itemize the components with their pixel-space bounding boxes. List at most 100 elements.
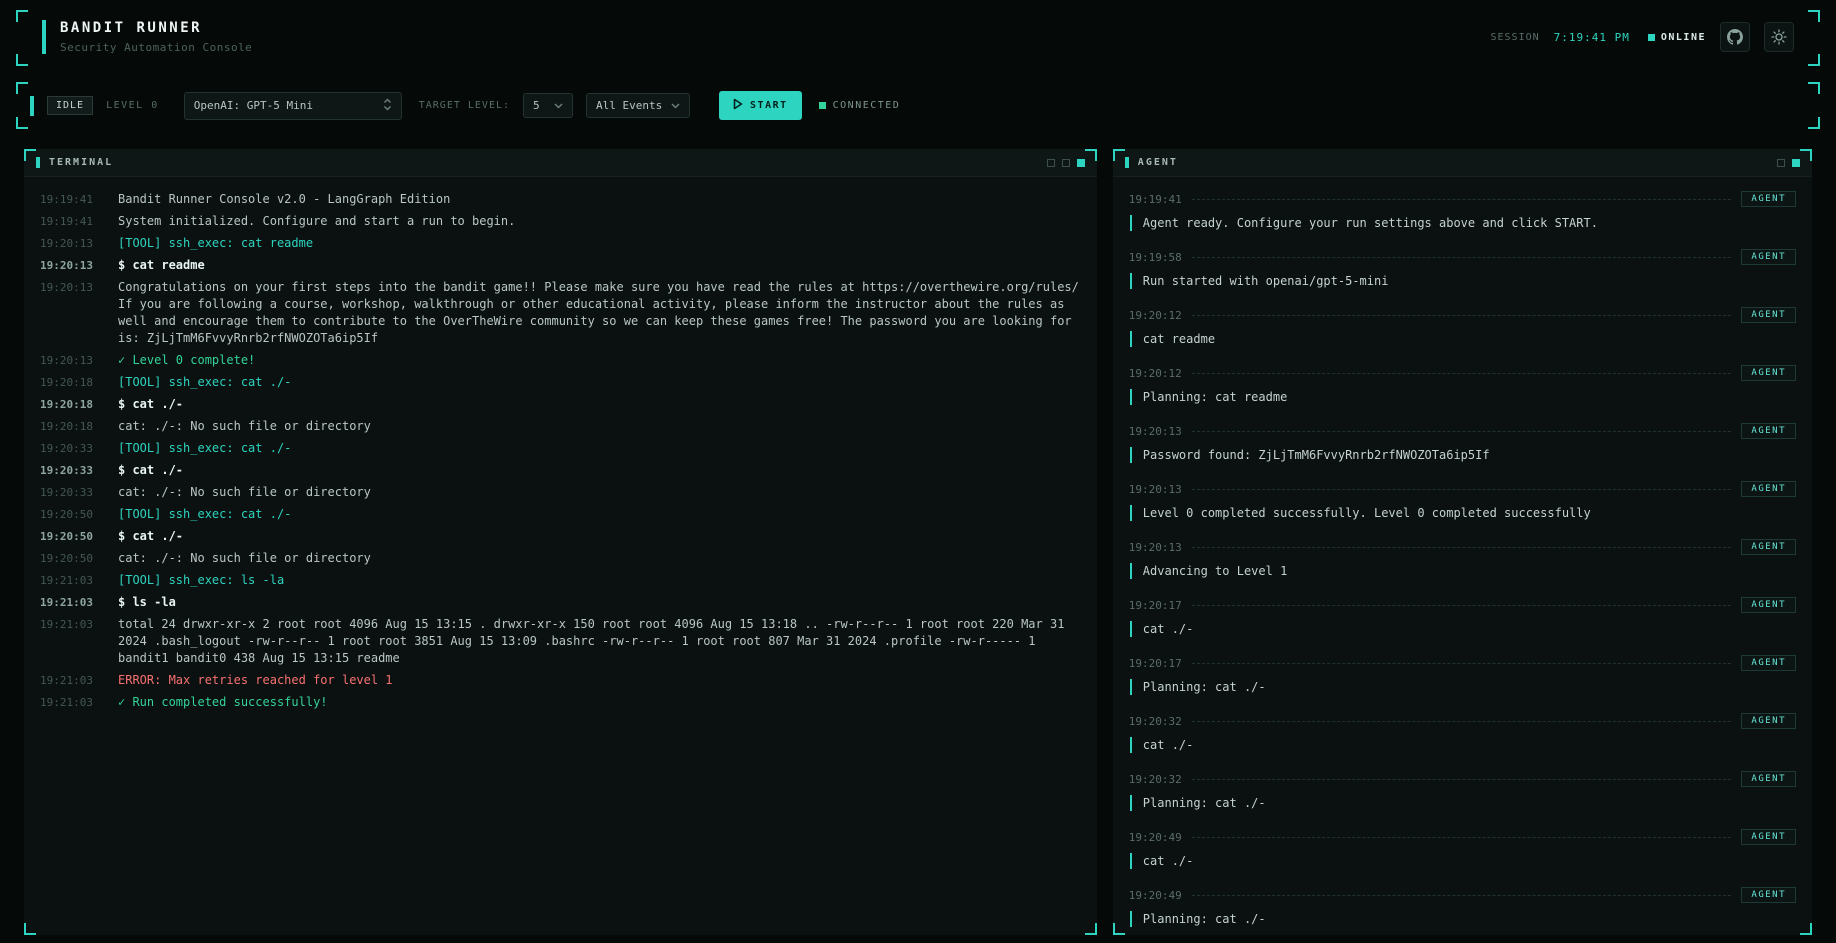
terminal-line-text: ✓ Run completed successfully! [118, 694, 1081, 711]
agent-event-badge: AGENT [1741, 191, 1796, 207]
terminal-window-buttons [1047, 159, 1085, 167]
agent-event-message: cat ./- [1130, 853, 1796, 869]
terminal-line: 19:21:03 [TOOL] ssh_exec: ls -la [40, 572, 1081, 589]
terminal-log[interactable]: 19:19:41 Bandit Runner Console v2.0 - La… [24, 177, 1097, 935]
terminal-line: 19:20:13 [TOOL] ssh_exec: cat readme [40, 235, 1081, 252]
terminal-panel-header: TERMINAL [24, 149, 1097, 177]
agent-event-feed[interactable]: 19:19:41 AGENT Agent ready. Configure yo… [1113, 177, 1812, 935]
agent-event-timestamp: 19:20:13 [1129, 425, 1182, 438]
agent-event-timestamp: 19:19:41 [1129, 193, 1182, 206]
terminal-line-text: [TOOL] ssh_exec: cat readme [118, 235, 1081, 252]
terminal-line-timestamp: 19:19:41 [40, 213, 102, 230]
header-brand: BANDIT RUNNER Security Automation Consol… [42, 20, 252, 54]
start-button[interactable]: START [719, 91, 802, 120]
agent-event-timestamp: 19:20:32 [1129, 715, 1182, 728]
dashed-divider [1192, 315, 1732, 316]
connected-dot-icon [819, 102, 826, 109]
agent-event-header: 19:20:13 AGENT [1129, 423, 1796, 439]
window-button[interactable] [1047, 159, 1055, 167]
agent-event-header: 19:20:12 AGENT [1129, 307, 1796, 323]
agent-panel-title: AGENT [1138, 157, 1178, 168]
terminal-line-timestamp: 19:20:18 [40, 418, 102, 435]
panel-accent-bar [1125, 157, 1129, 168]
page-subtitle: Security Automation Console [60, 41, 252, 54]
model-select[interactable]: OpenAI: GPT-5 Mini [184, 92, 402, 120]
agent-event-timestamp: 19:20:17 [1129, 657, 1182, 670]
session-label: SESSION [1490, 32, 1539, 43]
agent-event-header: 19:20:32 AGENT [1129, 713, 1796, 729]
online-dot-icon [1648, 34, 1655, 41]
agent-event-badge: AGENT [1741, 713, 1796, 729]
agent-event-badge: AGENT [1741, 539, 1796, 555]
app: { "colors": { "accent": "#2dd4bf", "succ… [0, 0, 1836, 943]
window-button[interactable] [1062, 159, 1070, 167]
agent-event-header: 19:20:13 AGENT [1129, 481, 1796, 497]
agent-event-badge: AGENT [1741, 655, 1796, 671]
agent-event-badge: AGENT [1741, 829, 1796, 845]
agent-event-message: Planning: cat ./- [1130, 795, 1796, 811]
agent-panel: AGENT 19:19:41 AGENT Agent ready. Config… [1113, 149, 1812, 935]
agent-event-header: 19:19:41 AGENT [1129, 191, 1796, 207]
target-level-select[interactable]: 5 [523, 93, 573, 118]
agent-event-header: 19:20:12 AGENT [1129, 365, 1796, 381]
terminal-line-timestamp: 19:21:03 [40, 594, 102, 611]
agent-event-message: Agent ready. Configure your run settings… [1130, 215, 1796, 231]
dashed-divider [1192, 199, 1732, 200]
online-label: ONLINE [1661, 32, 1706, 43]
terminal-line-timestamp: 19:20:33 [40, 462, 102, 479]
terminal-line: 19:20:13 ✓ Level 0 complete! [40, 352, 1081, 369]
agent-event-timestamp: 19:20:13 [1129, 541, 1182, 554]
dashed-divider [1192, 779, 1732, 780]
agent-event: 19:20:32 AGENT Planning: cat ./- [1129, 771, 1796, 811]
dashed-divider [1192, 489, 1732, 490]
terminal-line-text: [TOOL] ssh_exec: cat ./- [118, 374, 1081, 391]
window-button[interactable] [1777, 159, 1785, 167]
terminal-line-timestamp: 19:20:50 [40, 528, 102, 545]
terminal-line-timestamp: 19:21:03 [40, 694, 102, 711]
window-button[interactable] [1077, 159, 1085, 167]
agent-event: 19:20:12 AGENT Planning: cat readme [1129, 365, 1796, 405]
terminal-line: 19:21:03 total 24 drwxr-xr-x 2 root root… [40, 616, 1081, 667]
terminal-line-text: cat: ./-: No such file or directory [118, 418, 1081, 435]
agent-event-header: 19:20:13 AGENT [1129, 539, 1796, 555]
agent-event: 19:20:17 AGENT cat ./- [1129, 597, 1796, 637]
terminal-line-text: Bandit Runner Console v2.0 - LangGraph E… [118, 191, 1081, 208]
terminal-line: 19:21:03 ✓ Run completed successfully! [40, 694, 1081, 711]
agent-event-header: 19:20:32 AGENT [1129, 771, 1796, 787]
agent-event-header: 19:20:17 AGENT [1129, 597, 1796, 613]
terminal-line-text: $ ls -la [118, 594, 1081, 611]
agent-event-timestamp: 19:20:49 [1129, 831, 1182, 844]
agent-event-timestamp: 19:20:13 [1129, 483, 1182, 496]
agent-event-badge: AGENT [1741, 423, 1796, 439]
terminal-line-text: cat: ./-: No such file or directory [118, 484, 1081, 501]
event-filter-select[interactable]: All Events [586, 93, 690, 118]
window-button[interactable] [1792, 159, 1800, 167]
agent-event-badge: AGENT [1741, 887, 1796, 903]
agent-event-message: Advancing to Level 1 [1130, 563, 1796, 579]
agent-event-timestamp: 19:20:32 [1129, 773, 1182, 786]
terminal-line-timestamp: 19:20:33 [40, 440, 102, 457]
terminal-line-timestamp: 19:20:13 [40, 279, 102, 347]
control-bar: IDLE LEVEL 0 OpenAI: GPT-5 Mini TARGET L… [16, 82, 1820, 129]
terminal-line-timestamp: 19:19:41 [40, 191, 102, 208]
terminal-line-text: $ cat ./- [118, 462, 1081, 479]
agent-event-timestamp: 19:20:12 [1129, 309, 1182, 322]
header-status-area: SESSION 7:19:41 PM ONLINE [1490, 22, 1794, 52]
app-header: BANDIT RUNNER Security Automation Consol… [16, 10, 1820, 66]
agent-event-message: cat ./- [1130, 621, 1796, 637]
agent-event: 19:20:17 AGENT Planning: cat ./- [1129, 655, 1796, 695]
github-button[interactable] [1720, 22, 1750, 52]
terminal-line-text: [TOOL] ssh_exec: cat ./- [118, 440, 1081, 457]
terminal-line: 19:20:18 $ cat ./- [40, 396, 1081, 413]
agent-event-header: 19:20:17 AGENT [1129, 655, 1796, 671]
dashed-divider [1192, 721, 1732, 722]
chevron-down-icon [554, 99, 563, 112]
terminal-line-timestamp: 19:20:33 [40, 484, 102, 501]
agent-event: 19:20:13 AGENT Password found: ZjLjTmM6F… [1129, 423, 1796, 463]
agent-event-message: Planning: cat ./- [1130, 911, 1796, 927]
theme-toggle-button[interactable] [1764, 22, 1794, 52]
terminal-line-text: [TOOL] ssh_exec: ls -la [118, 572, 1081, 589]
level-label: LEVEL 0 [106, 100, 159, 111]
play-icon [733, 98, 743, 113]
agent-event-badge: AGENT [1741, 249, 1796, 265]
